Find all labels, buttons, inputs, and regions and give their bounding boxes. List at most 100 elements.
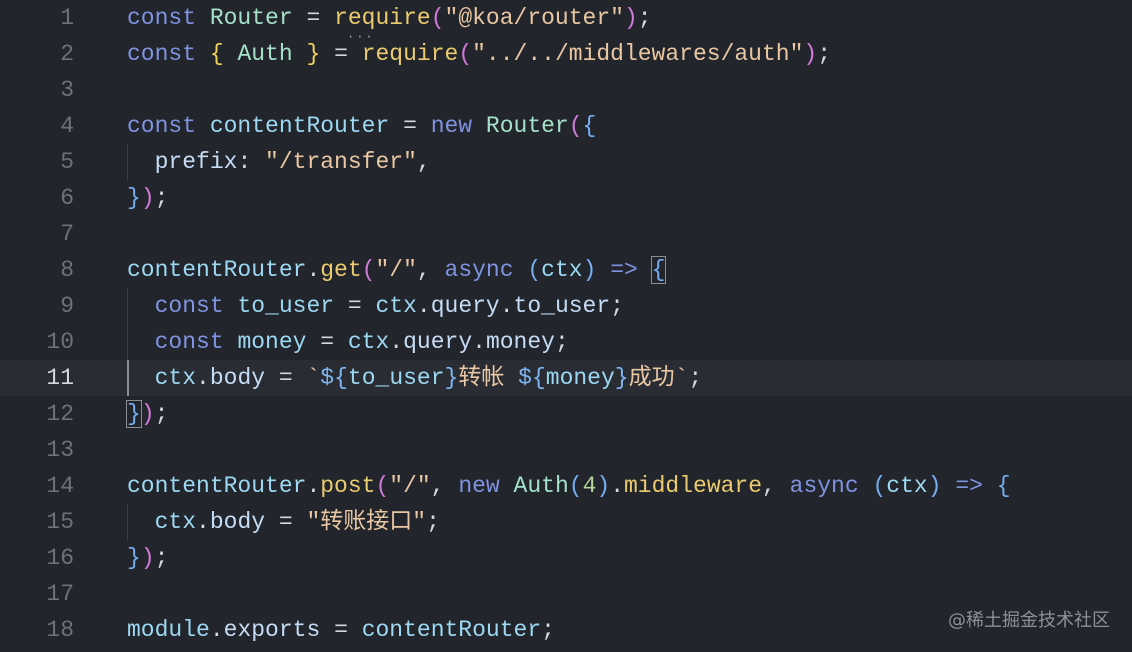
code-token: ; [637,5,652,31]
code-line[interactable]: 16}); [0,540,1132,576]
code-token: . [196,365,210,391]
code-line[interactable]: 13 [0,432,1132,468]
code-text: }); [127,183,168,213]
code-line[interactable]: 10 const money = ctx.query.money; [0,324,1132,360]
code-line[interactable]: 5 prefix: "/transfer", [0,144,1132,180]
code-token: ( [375,473,390,499]
code-token: const [154,329,238,355]
code-token: ` [306,365,321,391]
code-editor[interactable]: 1 const Router = require("@koa/router"); ·… [0,0,1132,652]
code-token: Router [485,113,569,139]
code-line[interactable]: 3 [0,72,1132,108]
line-number: 5 [60,149,74,175]
code-line[interactable]: 1 const Router = require("@koa/router"); ·… [0,0,1132,44]
line-number: 8 [60,257,74,283]
code-token: } [127,545,141,571]
code-token: const [154,293,238,319]
code-token: ( [527,257,542,283]
code-token: const [127,41,210,67]
code-token: ( [361,257,376,283]
line-number: 1 [60,5,74,31]
line-number: 16 [46,545,74,571]
line-number: 14 [46,473,74,499]
code-token: money [545,365,615,391]
line-number: 2 [60,41,74,67]
code-text: const contentRouter = new Router({ [127,111,596,141]
code-token: , [762,473,790,499]
code-token: } [292,41,321,67]
line-number: 18 [46,617,74,643]
code-token: ( [430,5,445,31]
code-line[interactable]: 4 const contentRouter = new Router({ [0,108,1132,144]
code-token: money [485,329,555,355]
code-token: , [416,149,431,175]
code-token: = [334,293,376,319]
line-number: 7 [60,221,74,247]
code-token: query [403,329,473,355]
code-token: ctx [154,509,197,535]
code-token: { [996,473,1011,499]
code-token: const [127,5,210,31]
code-token: Auth [513,473,569,499]
code-token: new [458,473,514,499]
line-number: 17 [46,581,74,607]
code-token: module [127,617,210,643]
code-token: { [582,113,597,139]
code-token: ) [623,5,638,31]
code-token: ctx [886,473,928,499]
code-token: ( [568,473,583,499]
code-token: ; [154,545,169,571]
code-line[interactable]: 15 ctx.body = "转账接口"; [0,504,1132,540]
line-number: 11 [46,365,74,391]
code-text: }); [127,543,168,573]
code-token: = [320,41,362,67]
watermark: @稀土掘金技术社区 [948,610,1110,631]
code-token: { [209,41,238,67]
code-token: } [127,185,141,211]
code-token: = [265,509,307,535]
code-text: ctx.body = `${to_user}转帐 ${money}成功`; [127,363,703,393]
code-token: 4 [582,473,597,499]
code-token: middleware [624,473,763,499]
code-token: ) [803,41,818,67]
code-token: ${ [320,365,348,391]
code-line[interactable]: 11 ctx.body = `${to_user}转帐 ${money}成功`; [0,360,1132,396]
code-line[interactable]: 12}); [0,396,1132,432]
line-number: 6 [60,185,74,211]
code-token: , [416,257,445,283]
code-line[interactable]: 2 const { Auth } = require("../../middlew… [0,36,1132,72]
line-number: 12 [46,401,74,427]
code-text: contentRouter.post("/", new Auth(4).midd… [127,471,1011,501]
code-token: 转帐 [458,365,519,391]
code-token: Router [209,5,293,31]
code-line[interactable]: 8 contentRouter.get("/", async (ctx) => { [0,252,1132,288]
code-token: new [430,113,486,139]
code-token: => [941,473,997,499]
code-text: const { Auth } = require("../../middlewa… [127,39,831,69]
code-token: require [361,41,459,67]
code-token: . [416,293,431,319]
code-line[interactable]: 14 contentRouter.post("/", new Auth(4).mi… [0,468,1132,504]
code-token: to_user [347,365,445,391]
code-token: "转账接口" [306,509,427,535]
code-line[interactable]: 7 [0,216,1132,252]
code-token: query [430,293,500,319]
code-token: . [306,473,321,499]
code-token: . [389,329,404,355]
code-token: ) [140,185,155,211]
code-text: contentRouter.get("/", async (ctx) => { [127,255,667,285]
code-token: contentRouter [209,113,390,139]
code-token: Auth [237,41,293,67]
code-token: = [265,365,307,391]
code-line[interactable]: 6}); [0,180,1132,216]
code-token: "/" [375,257,417,283]
code-line[interactable]: 9 const to_user = ctx.query.to_user; [0,288,1132,324]
code-token: => [596,257,652,283]
code-token: ; [688,365,703,391]
code-token: { [650,256,667,284]
code-token: ( [568,113,583,139]
code-token: 成功` [628,365,689,391]
